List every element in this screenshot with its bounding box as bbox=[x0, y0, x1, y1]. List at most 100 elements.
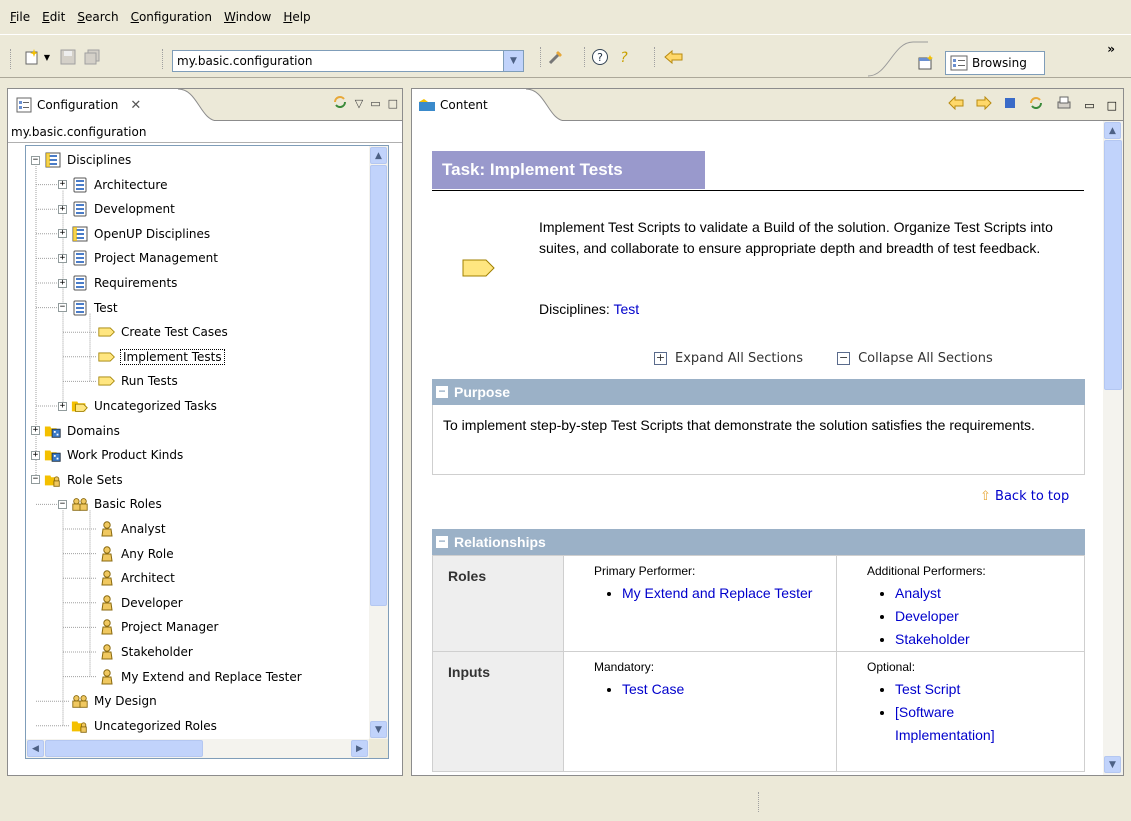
tree-item-domains[interactable]: + Domains bbox=[31, 419, 120, 443]
collapse-toggle-icon[interactable]: − bbox=[58, 303, 67, 313]
work-product-link[interactable]: Test Script bbox=[895, 681, 960, 697]
scroll-thumb[interactable] bbox=[45, 740, 203, 757]
relationships-section-header[interactable]: − Relationships bbox=[432, 529, 1085, 555]
tree-item-uncategorized-roles[interactable]: Uncategorized Roles bbox=[58, 714, 217, 738]
maximize-icon[interactable]: □ bbox=[388, 97, 398, 110]
expand-toggle-icon[interactable]: + bbox=[31, 426, 40, 436]
collapse-toggle-icon[interactable]: − bbox=[31, 155, 40, 165]
view-menu-icon[interactable]: ▽ bbox=[355, 97, 363, 110]
configuration-combo[interactable]: my.basic.configuration ▼ bbox=[172, 50, 524, 72]
menu-file[interactable]: File bbox=[10, 10, 30, 24]
perspective-browsing-button[interactable]: Browsing bbox=[945, 51, 1045, 75]
new-wizard-icon[interactable] bbox=[22, 47, 42, 67]
new-dropdown-icon[interactable]: ▼ bbox=[42, 47, 52, 67]
expand-toggle-icon[interactable]: + bbox=[58, 253, 67, 263]
tree-item-my-extend-and-replace-tester[interactable]: My Extend and Replace Tester bbox=[85, 665, 302, 689]
scroll-thumb[interactable] bbox=[1104, 140, 1122, 390]
tree-item-project-manager[interactable]: Project Manager bbox=[85, 615, 218, 639]
scroll-up-icon[interactable]: ▲ bbox=[1104, 122, 1121, 139]
work-product-link[interactable]: Test Case bbox=[622, 681, 684, 697]
open-perspective-icon[interactable] bbox=[918, 55, 934, 75]
menu-help[interactable]: Help bbox=[283, 10, 310, 24]
back-to-top-link[interactable]: ⇧ Back to top bbox=[980, 489, 1069, 504]
toolbar-grip[interactable] bbox=[162, 49, 166, 69]
toolbar-grip[interactable] bbox=[10, 49, 14, 69]
scroll-left-icon[interactable]: ◀ bbox=[27, 740, 44, 757]
refresh-icon[interactable] bbox=[1028, 95, 1044, 115]
work-product-link[interactable]: [Software Implementation] bbox=[895, 704, 995, 743]
stop-icon[interactable] bbox=[1004, 97, 1016, 113]
purpose-section-header[interactable]: − Purpose bbox=[432, 379, 1085, 405]
minimize-icon[interactable]: ▭ bbox=[370, 97, 380, 110]
expand-toggle-icon[interactable]: + bbox=[58, 278, 67, 288]
discipline-test-link[interactable]: Test bbox=[613, 301, 639, 317]
tree-item-project-management[interactable]: + Project Management bbox=[58, 246, 218, 270]
tree-item-basic-roles[interactable]: − Basic Roles bbox=[58, 492, 162, 516]
collapse-toggle-icon[interactable]: − bbox=[31, 475, 40, 485]
menu-configuration[interactable]: Configuration bbox=[131, 10, 212, 24]
scroll-up-icon[interactable]: ▲ bbox=[370, 147, 387, 164]
back-navigation-icon[interactable] bbox=[664, 47, 684, 67]
menu-edit[interactable]: Edit bbox=[42, 10, 65, 24]
tab-configuration[interactable]: Configuration ✕ bbox=[8, 89, 180, 121]
tree-item-role-sets[interactable]: − Role Sets bbox=[31, 468, 123, 492]
scroll-down-icon[interactable]: ▼ bbox=[1104, 756, 1121, 773]
expand-toggle-icon[interactable]: + bbox=[58, 180, 67, 190]
tree-item-any-role[interactable]: Any Role bbox=[85, 542, 174, 566]
role-link[interactable]: Developer bbox=[895, 608, 959, 624]
maximize-icon[interactable]: □ bbox=[1107, 99, 1117, 112]
tab-content[interactable]: Content bbox=[412, 89, 528, 121]
tree-item-architect[interactable]: Architect bbox=[85, 566, 175, 590]
chevron-down-icon[interactable]: ▼ bbox=[503, 51, 523, 71]
collapse-section-icon[interactable]: − bbox=[436, 385, 448, 398]
collapse-section-icon[interactable]: − bbox=[436, 535, 448, 548]
build-icon[interactable] bbox=[546, 47, 566, 67]
expand-toggle-icon[interactable]: + bbox=[31, 450, 40, 460]
back-arrow-icon[interactable] bbox=[948, 95, 964, 114]
menu-window[interactable]: Window bbox=[224, 10, 271, 24]
content-vertical-scrollbar[interactable]: ▲ ▼ bbox=[1103, 121, 1123, 775]
save-all-icon[interactable] bbox=[82, 47, 102, 67]
role-link[interactable]: Stakeholder bbox=[895, 631, 970, 647]
close-icon[interactable]: ✕ bbox=[130, 98, 141, 113]
tree-item-work-product-kinds[interactable]: + Work Product Kinds bbox=[31, 443, 183, 467]
tree-item-test[interactable]: − Test bbox=[58, 296, 118, 320]
tree-item-stakeholder[interactable]: Stakeholder bbox=[85, 640, 193, 664]
tree-item-developer[interactable]: Developer bbox=[85, 591, 183, 615]
expand-all-link[interactable]: + Expand All Sections bbox=[654, 351, 803, 366]
context-help-icon[interactable]: ? bbox=[614, 47, 634, 67]
configuration-tree[interactable]: − Disciplines + Architecture + Development + Op… bbox=[25, 145, 389, 759]
save-icon[interactable] bbox=[58, 47, 78, 67]
tree-item-architecture[interactable]: + Architecture bbox=[58, 173, 167, 197]
collapse-toggle-icon[interactable]: − bbox=[58, 499, 67, 509]
tree-item-create-test-cases[interactable]: Create Test Cases bbox=[85, 320, 228, 344]
collapse-all-link[interactable]: − Collapse All Sections bbox=[837, 351, 993, 366]
minimize-icon[interactable]: ▭ bbox=[1084, 99, 1094, 112]
tree-horizontal-scrollbar[interactable]: ◀ ▶ bbox=[26, 739, 369, 758]
scroll-right-icon[interactable]: ▶ bbox=[351, 740, 368, 757]
scroll-thumb[interactable] bbox=[370, 165, 387, 606]
tree-item-implement-tests[interactable]: Implement Tests bbox=[85, 345, 225, 369]
menu-search[interactable]: Search bbox=[77, 10, 118, 24]
tree-item-openup-disciplines[interactable]: + OpenUP Disciplines bbox=[58, 222, 210, 246]
tree-item-requirements[interactable]: + Requirements bbox=[58, 271, 177, 295]
tree-item-uncategorized-tasks[interactable]: + Uncategorized Tasks bbox=[58, 394, 217, 418]
tree-vertical-scrollbar[interactable]: ▲ ▼ bbox=[369, 146, 388, 739]
help-icon[interactable]: ? bbox=[590, 47, 610, 67]
expand-toggle-icon[interactable]: + bbox=[58, 229, 67, 239]
task-icon bbox=[462, 259, 495, 277]
expand-toggle-icon[interactable]: + bbox=[58, 204, 67, 214]
scroll-down-icon[interactable]: ▼ bbox=[370, 721, 387, 738]
tree-item-disciplines[interactable]: − Disciplines bbox=[31, 148, 131, 172]
tree-item-development[interactable]: + Development bbox=[58, 197, 175, 221]
role-link[interactable]: My Extend and Replace Tester bbox=[622, 585, 812, 601]
tree-item-analyst[interactable]: Analyst bbox=[85, 517, 166, 541]
more-perspectives-icon[interactable]: » bbox=[1107, 42, 1115, 56]
tree-item-run-tests[interactable]: Run Tests bbox=[85, 369, 178, 393]
forward-arrow-icon[interactable] bbox=[976, 95, 992, 114]
expand-toggle-icon[interactable]: + bbox=[58, 401, 67, 411]
role-link[interactable]: Analyst bbox=[895, 585, 941, 601]
print-icon[interactable] bbox=[1056, 95, 1072, 115]
tree-item-my-design[interactable]: My Design bbox=[58, 689, 157, 713]
refresh-icon[interactable] bbox=[332, 94, 348, 113]
